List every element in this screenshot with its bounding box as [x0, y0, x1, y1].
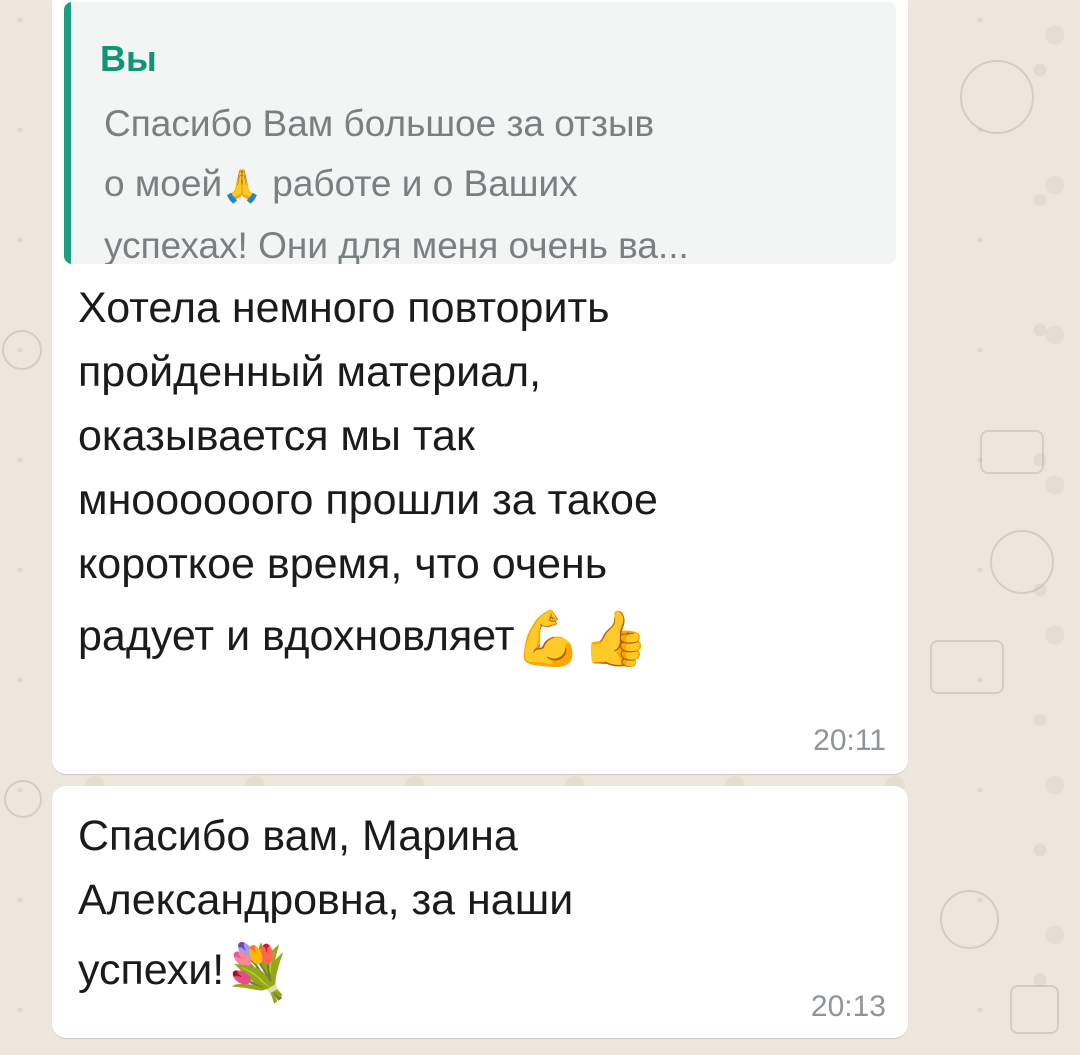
wallpaper-doodle	[940, 890, 999, 949]
wallpaper-doodle	[2, 330, 42, 370]
wallpaper-doodle	[930, 640, 1004, 694]
message-bubble[interactable]: Спасибо вам, Марина Александровна, за на…	[52, 786, 908, 1038]
message-line: мноооооого прошли за такое	[78, 476, 658, 524]
wallpaper-doodle	[1010, 985, 1059, 1034]
pray-emoji-icon: 🙏	[222, 167, 262, 206]
message-line: оказывается мы так	[78, 412, 475, 460]
message-bubble[interactable]: Вы Спасибо Вам большое за отзыв о моей🙏 …	[52, 0, 908, 774]
wallpaper-doodle	[960, 60, 1034, 134]
quoted-reply[interactable]: Вы Спасибо Вам большое за отзыв о моей🙏 …	[64, 2, 896, 264]
message-line-part: успехи!	[78, 946, 225, 994]
message-text: Хотела немного повторить пройденный мате…	[78, 276, 888, 671]
wallpaper-doodle	[980, 430, 1044, 474]
message-line: пройденный материал,	[78, 348, 542, 396]
message-timestamp: 20:11	[813, 724, 886, 757]
message-timestamp: 20:13	[810, 990, 886, 1023]
message-line: успехи!💐	[78, 938, 888, 1005]
message-line: Александровна, за наши	[78, 876, 574, 924]
quote-line: успехах! Они для меня очень ва...	[104, 225, 689, 264]
quote-line-part: работе и о Ваших	[261, 163, 578, 204]
quote-accent-bar	[64, 2, 71, 264]
message-line: Спасибо вам, Марина	[78, 812, 518, 860]
message-line: короткое время, что очень	[78, 540, 608, 588]
quote-line-part: о моей	[104, 163, 223, 204]
thumbs-up-emoji-icon: 👍	[581, 606, 649, 670]
message-line: радует и вдохновляет💪👍	[78, 604, 888, 671]
message-line-part: радует и вдохновляет	[78, 612, 515, 660]
quote-line: о моей🙏 работе и о Ваших	[104, 154, 884, 216]
bouquet-emoji-icon: 💐	[224, 940, 292, 1004]
quote-text: Спасибо Вам большое за отзыв о моей🙏 раб…	[104, 94, 884, 264]
wallpaper-doodle	[4, 780, 42, 818]
quote-line: Спасибо Вам большое за отзыв	[104, 103, 655, 144]
flexed-biceps-emoji-icon: 💪	[514, 606, 582, 670]
message-text: Спасибо вам, Марина Александровна, за на…	[78, 804, 888, 1005]
wallpaper-doodle	[990, 530, 1054, 594]
message-line: Хотела немного повторить	[78, 284, 610, 332]
quote-sender-name: Вы	[100, 38, 157, 79]
